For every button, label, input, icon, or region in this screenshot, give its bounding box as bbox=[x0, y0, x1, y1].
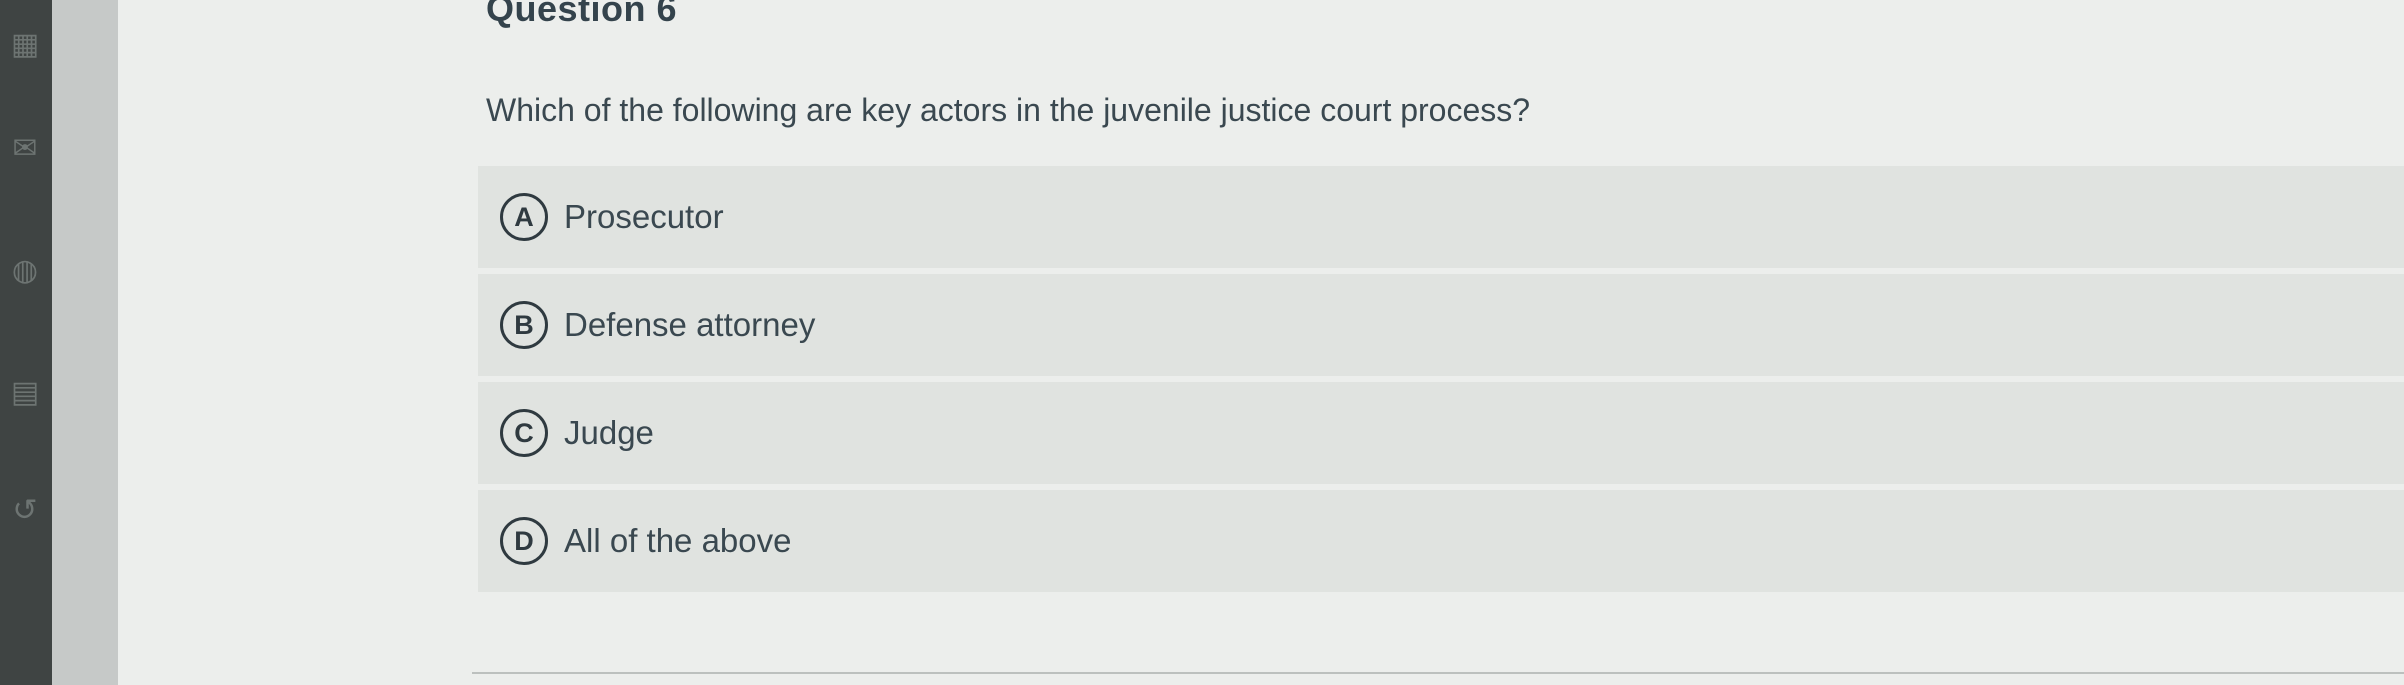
answer-label: Judge bbox=[564, 414, 654, 451]
page-gutter bbox=[52, 0, 118, 685]
question-prompt: Which of the following are key actors in… bbox=[486, 92, 1531, 128]
answer-letter-badge: D bbox=[500, 517, 548, 565]
answer-label: Defense attorney bbox=[564, 306, 816, 343]
answer-letter-badge: C bbox=[500, 409, 548, 457]
global-nav-sidebar: ▦ ✉ ◍ ▤ ↺ bbox=[0, 0, 52, 685]
answer-letter-badge: B bbox=[500, 301, 548, 349]
answer-label: Prosecutor bbox=[564, 198, 724, 235]
calendar-icon[interactable]: ▦ bbox=[8, 28, 42, 62]
answer-list: A Prosecutor B Defense attorney C Judge … bbox=[478, 166, 2404, 598]
history-icon[interactable]: ↺ bbox=[8, 494, 42, 528]
inbox-icon[interactable]: ✉ bbox=[8, 132, 42, 166]
answer-option-c[interactable]: C Judge bbox=[478, 382, 2404, 484]
book-icon[interactable]: ▤ bbox=[8, 376, 42, 410]
answer-option-a[interactable]: A Prosecutor bbox=[478, 166, 2404, 268]
question-title: Question 6 bbox=[486, 0, 678, 29]
globe-icon[interactable]: ◍ bbox=[8, 254, 42, 288]
answer-option-b[interactable]: B Defense attorney bbox=[478, 274, 2404, 376]
answer-letter-badge: A bbox=[500, 193, 548, 241]
divider bbox=[472, 672, 2404, 674]
answer-label: All of the above bbox=[564, 522, 792, 559]
answer-option-d[interactable]: D All of the above bbox=[478, 490, 2404, 592]
